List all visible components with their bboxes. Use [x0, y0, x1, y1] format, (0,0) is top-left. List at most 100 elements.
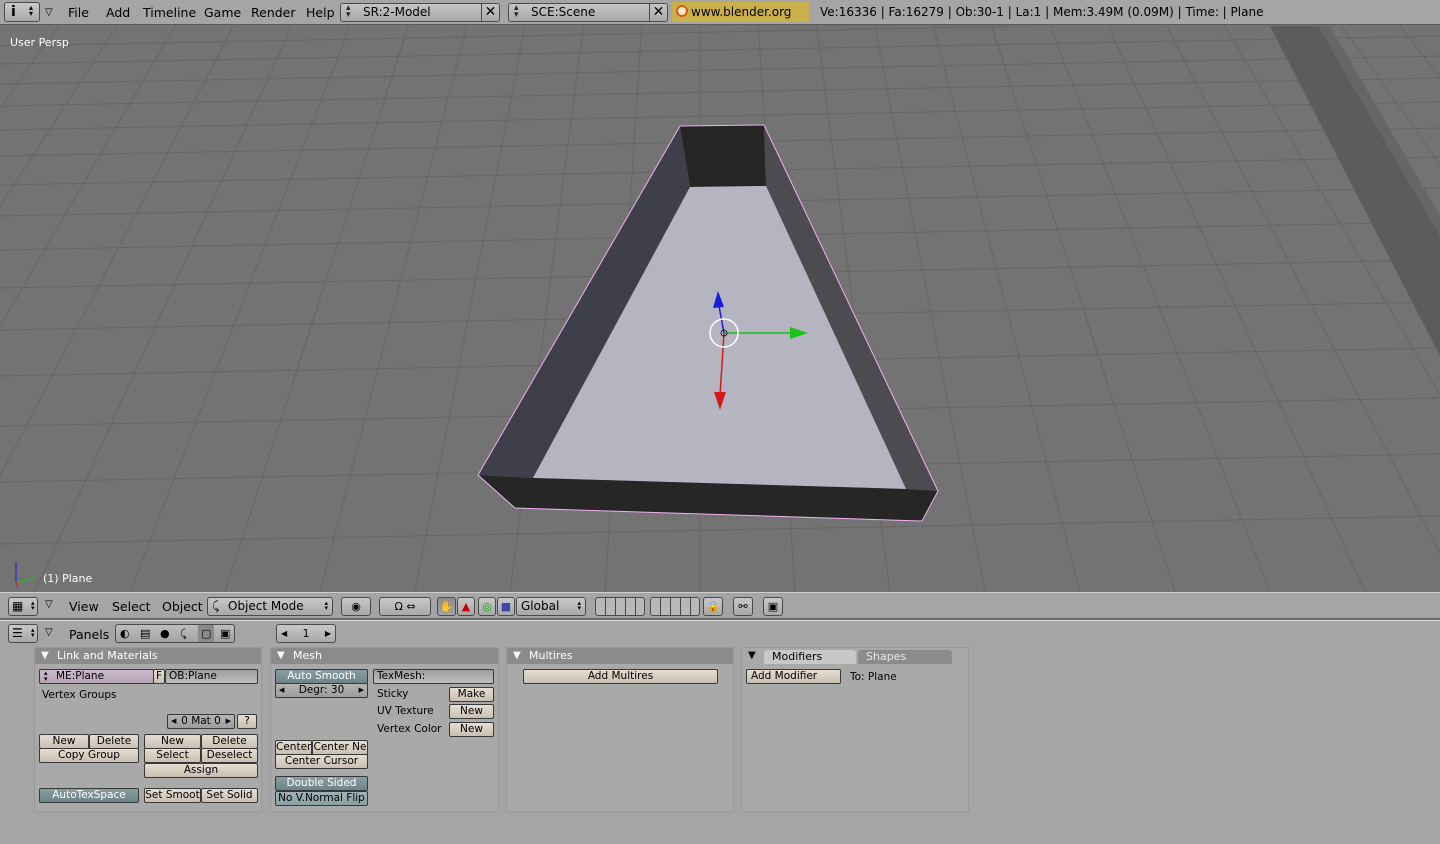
vgroup-delete-button[interactable]: Delete [89, 734, 139, 749]
center-button[interactable]: Center [275, 740, 312, 755]
script-icon[interactable]: ▤ [140, 625, 150, 642]
collapse-triangle-icon[interactable]: ▼ [748, 648, 756, 664]
lock-button[interactable]: 🔒 [703, 597, 723, 616]
render-button[interactable]: ▣ [763, 597, 783, 616]
menu-game[interactable]: Game [204, 0, 241, 25]
center-cursor-button[interactable]: Center Cursor [275, 754, 368, 769]
menu-object[interactable]: Object [162, 599, 203, 614]
panel-header[interactable]: ▼ Multires [507, 648, 733, 664]
mode-selector[interactable]: ⤹ Object Mode ▴ ▾ [207, 597, 333, 616]
screen-selector[interactable]: ▴ ▾ SR:2-Model ✕ [340, 3, 500, 22]
assign-button[interactable]: Assign [144, 763, 258, 778]
frame-value: 1 [302, 627, 310, 640]
material-deselect-button[interactable]: Deselect [201, 748, 258, 763]
info-header: i ▴ ▾ ▽ File Add Timeline Game Render Hel… [0, 0, 1440, 39]
center-new-button[interactable]: Center Ne [312, 740, 368, 755]
collapse-menu-icon[interactable]: ▽ [45, 627, 53, 638]
set-smooth-button[interactable]: Set Smoot [144, 788, 201, 803]
editor-type-button[interactable]: ☰ ▴ ▾ [8, 624, 38, 643]
material-new-button[interactable]: New [144, 734, 201, 749]
draw-type-selector[interactable]: ◉ [341, 597, 371, 616]
menu-file[interactable]: File [68, 0, 89, 25]
editing-icon[interactable]: ▢ [198, 625, 215, 642]
increment-icon[interactable]: ▶ [325, 625, 331, 642]
buttons-window-icon: ☰ [12, 626, 23, 640]
material-index-field[interactable]: ◀ 0 Mat 0 ▶ [167, 714, 235, 729]
manipulator-toggle[interactable]: ✋ [437, 597, 456, 616]
vgroup-new-button[interactable]: New [39, 734, 89, 749]
menu-help[interactable]: Help [306, 0, 335, 25]
layer-buttons-2[interactable] [650, 597, 700, 616]
editor-type-button[interactable]: ▦ ▴ ▾ [8, 597, 38, 616]
blender-url-badge[interactable]: www.blender.org 248 [672, 2, 810, 39]
material-help-button[interactable]: ? [237, 714, 257, 729]
collapse-triangle-icon[interactable]: ▼ [513, 648, 521, 664]
menu-view[interactable]: View [69, 599, 99, 614]
collapse-triangle-icon[interactable]: ▼ [277, 648, 285, 664]
link-button[interactable]: ⚯ [733, 597, 753, 616]
vertex-color-label: Vertex Color [377, 723, 442, 735]
collapse-menu-icon[interactable]: ▽ [45, 0, 53, 25]
view-axis-icon [15, 562, 35, 589]
menu-select[interactable]: Select [112, 599, 151, 614]
collapse-menu-icon[interactable]: ▽ [45, 599, 53, 610]
panel-header[interactable]: ▼ Link and Materials [35, 648, 261, 664]
info-icon: i [11, 4, 16, 20]
decrement-icon[interactable]: ◀ [279, 684, 284, 697]
sticky-make-button[interactable]: Make [449, 687, 494, 702]
logic-icon[interactable]: ◐ [120, 625, 130, 642]
no-vnormal-flip-toggle[interactable]: No V.Normal Flip [275, 791, 368, 806]
fake-user-button[interactable]: F [153, 669, 165, 684]
object-icon[interactable]: ⤹ [180, 625, 187, 642]
vertex-color-new-button[interactable]: New [449, 722, 494, 737]
tab-modifiers[interactable]: Modifiers [764, 650, 856, 664]
decrement-icon[interactable]: ◀ [281, 625, 287, 642]
3d-viewport[interactable]: User Persp (1) Plane [0, 26, 1440, 592]
object-name-field[interactable]: OB:Plane [165, 669, 258, 684]
plane-mesh[interactable] [477, 124, 939, 522]
auto-smooth-toggle[interactable]: Auto Smooth [275, 669, 368, 684]
orientation-label: Global [521, 599, 560, 613]
collapse-triangle-icon[interactable]: ▼ [41, 648, 49, 664]
modifier-target-label: To: Plane [850, 671, 897, 683]
increment-icon[interactable]: ▶ [226, 715, 231, 728]
add-multires-button[interactable]: Add Multires [523, 669, 718, 684]
increment-icon[interactable]: ▶ [359, 684, 364, 697]
layer-buttons-1[interactable] [595, 597, 645, 616]
close-screen-icon[interactable]: ✕ [481, 4, 499, 21]
uv-texture-new-button[interactable]: New [449, 704, 494, 719]
close-scene-icon[interactable]: ✕ [649, 4, 667, 21]
copy-group-button[interactable]: Copy Group [39, 748, 139, 763]
viewport-canvas[interactable] [0, 26, 1440, 592]
shading-icon[interactable]: ● [160, 625, 170, 642]
scene-icon[interactable]: ▣ [220, 625, 230, 642]
orientation-selector[interactable]: Global ▴ ▾ [516, 597, 586, 616]
triangle-icon: ▲ [461, 600, 471, 613]
pivot-selector[interactable]: Ω ⇔ [379, 597, 431, 616]
material-delete-button[interactable]: Delete [201, 734, 258, 749]
menu-add[interactable]: Add [106, 0, 130, 25]
tab-shapes[interactable]: Shapes [858, 650, 952, 664]
degree-field[interactable]: ◀ Degr: 30 ▶ [275, 683, 368, 698]
3d-view-header: ▦ ▴ ▾ ▽ View Select Object ⤹ Object Mode … [0, 592, 1440, 619]
set-solid-button[interactable]: Set Solid [201, 788, 258, 803]
panel-header[interactable]: ▼ Mesh [271, 648, 498, 664]
scene-selector[interactable]: ▴ ▾ SCE:Scene ✕ [508, 3, 668, 22]
context-buttons[interactable]: ◐ ▤ ● ⤹ ▢ ▣ [115, 624, 235, 643]
editor-type-button[interactable]: i ▴ ▾ [4, 2, 40, 22]
material-select-button[interactable]: Select [144, 748, 201, 763]
rotate-manipulator[interactable]: ◎ [478, 597, 496, 616]
scale-manipulator[interactable]: ■ [497, 597, 515, 616]
view-label: User Persp [10, 36, 69, 49]
decrement-icon[interactable]: ◀ [171, 715, 176, 728]
panels-label[interactable]: Panels [69, 627, 109, 642]
mesh-datablock-field[interactable]: ▴ ▾ ME:Plane [39, 669, 154, 684]
menu-render[interactable]: Render [251, 0, 296, 25]
frame-counter[interactable]: ◀ 1 ▶ [276, 624, 336, 643]
menu-timeline[interactable]: Timeline [143, 0, 196, 25]
double-sided-toggle[interactable]: Double Sided [275, 776, 368, 791]
add-modifier-button[interactable]: Add Modifier [746, 669, 841, 684]
autotexspace-toggle[interactable]: AutoTexSpace [39, 788, 139, 803]
texmesh-field[interactable]: TexMesh: [373, 669, 494, 684]
translate-manipulator[interactable]: ▲ [457, 597, 475, 616]
